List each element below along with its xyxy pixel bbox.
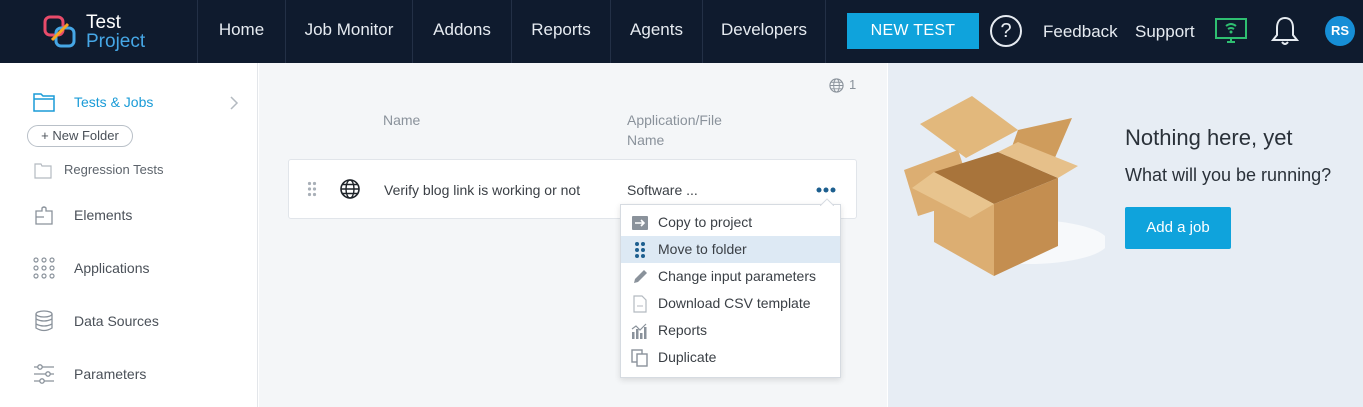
sidebar-item-label: Applications [74, 260, 150, 276]
agent-monitor-icon[interactable] [1214, 17, 1248, 45]
sidebar-item-tests-jobs[interactable]: Tests & Jobs [0, 88, 258, 118]
help-icon[interactable]: ? [990, 15, 1022, 47]
nav-agents[interactable]: Agents [610, 0, 702, 63]
logo-text-test: Test [86, 12, 121, 33]
folder-icon [34, 163, 52, 179]
nav-developers[interactable]: Developers [702, 0, 826, 63]
sidebar-item-label: Parameters [74, 366, 147, 382]
support-link[interactable]: Support [1135, 0, 1195, 63]
nav-reports[interactable]: Reports [511, 0, 610, 63]
nav-job-monitor[interactable]: Job Monitor [285, 0, 412, 63]
add-job-button[interactable]: Add a job [1125, 207, 1231, 249]
row-actions-menu: Copy to project Move to folder Change in… [620, 198, 841, 378]
sliders-icon [34, 364, 54, 384]
menu-item-move-to-folder[interactable]: Move to folder [621, 236, 840, 263]
applications-grid-icon [33, 257, 55, 279]
testproject-logo[interactable]: Test Project [42, 12, 152, 54]
menu-item-label: Move to folder [658, 241, 747, 257]
web-globe-icon [340, 179, 360, 199]
logo-text-project: Project [86, 31, 146, 52]
menu-item-reports[interactable]: Reports [621, 317, 840, 344]
drag-handle-icon[interactable] [307, 181, 317, 197]
test-application: Software ... [627, 182, 698, 198]
new-folder-button[interactable]: + New Folder [27, 125, 133, 147]
column-header-application[interactable]: Application/File Name [627, 110, 722, 150]
notifications-bell-icon[interactable] [1270, 15, 1300, 47]
menu-item-label: Change input parameters [658, 268, 816, 284]
elements-icon [35, 206, 53, 225]
top-navigation-bar: Test Project Home Job Monitor Addons Rep… [0, 0, 1363, 63]
sidebar-item-data-sources[interactable]: Data Sources [0, 307, 258, 337]
logo-mark-icon [43, 15, 76, 48]
more-options-icon[interactable] [815, 181, 837, 197]
new-test-button[interactable]: NEW TEST [847, 13, 979, 49]
web-test-count-value: 1 [849, 77, 857, 92]
sidebar: Tests & Jobs + New Folder Regression Tes… [0, 63, 258, 407]
nav-home[interactable]: Home [197, 0, 285, 63]
sidebar-item-label: Data Sources [74, 313, 159, 329]
menu-item-label: Duplicate [658, 349, 717, 365]
feedback-link[interactable]: Feedback [1043, 0, 1118, 63]
sidebar-item-label: Tests & Jobs [74, 94, 154, 110]
copy-to-project-icon [632, 216, 648, 230]
empty-state-title: Nothing here, yet [1125, 125, 1293, 150]
empty-box-illustration [904, 96, 1105, 276]
sidebar-item-parameters[interactable]: Parameters [0, 360, 258, 390]
menu-item-change-input-parameters[interactable]: Change input parameters [621, 263, 840, 290]
menu-item-copy-to-project[interactable]: Copy to project [621, 209, 840, 236]
folder-label: Regression Tests [64, 162, 164, 177]
sidebar-item-applications[interactable]: Applications [0, 254, 258, 284]
reports-chart-icon [631, 323, 647, 339]
column-header-name[interactable]: Name [383, 110, 420, 130]
pencil-icon [634, 270, 647, 283]
nav-addons[interactable]: Addons [412, 0, 511, 63]
column-header-application-line2: Name [627, 132, 665, 148]
folder-icon [33, 93, 55, 112]
sidebar-item-label: Elements [74, 207, 133, 223]
duplicate-icon [631, 349, 648, 367]
menu-item-label: Reports [658, 322, 708, 338]
csv-file-icon [633, 295, 647, 313]
sidebar-item-elements[interactable]: Elements [0, 201, 258, 231]
menu-item-label: Copy to project [658, 214, 753, 230]
column-header-application-line1: Application/File [627, 112, 722, 128]
menu-caret-icon [820, 198, 834, 206]
menu-item-duplicate[interactable]: Duplicate [621, 344, 840, 371]
user-avatar[interactable]: RS [1325, 16, 1355, 46]
globe-icon [829, 78, 844, 93]
menu-item-download-csv-template[interactable]: Download CSV template [621, 290, 840, 317]
chevron-right-icon[interactable] [229, 96, 239, 110]
empty-state-subtitle: What will you be running? [1125, 165, 1332, 185]
database-icon [35, 310, 53, 332]
move-to-folder-icon [635, 242, 645, 258]
menu-item-label: Download CSV template [658, 295, 811, 311]
test-name[interactable]: Verify blog link is working or not [384, 182, 580, 198]
